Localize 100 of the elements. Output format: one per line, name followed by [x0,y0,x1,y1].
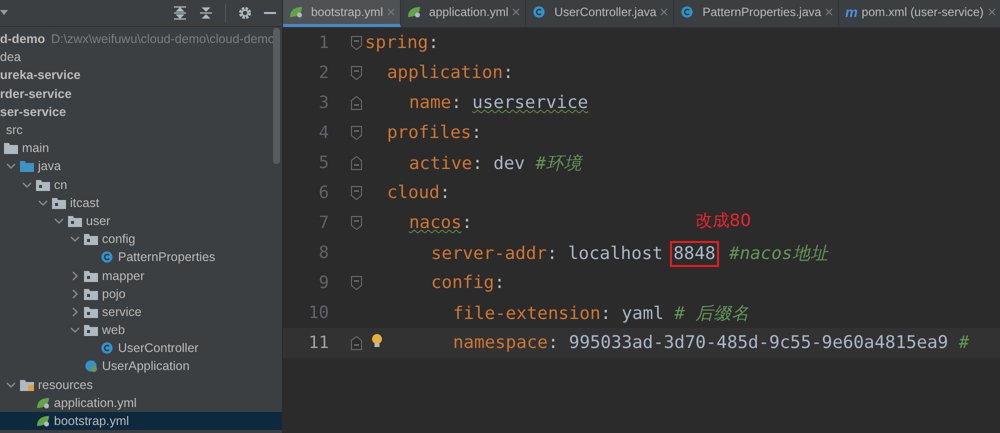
editor-tab[interactable]: PatternProperties.java [674,0,840,27]
maven-icon: m [845,4,858,20]
chevron-icon[interactable] [70,270,80,281]
fold-end-icon[interactable] [350,155,363,171]
close-icon[interactable] [387,8,396,16]
yaml-key: cloud [387,183,440,203]
line-number: 8 [318,243,329,263]
chevron-icon[interactable] [70,288,80,299]
class-icon [680,6,694,18]
yaml-colon: : [471,123,482,143]
dropdown-caret-icon[interactable] [0,10,8,16]
tree-item[interactable]: main [0,139,282,158]
package-icon [84,324,98,336]
fold-icon[interactable] [350,125,363,141]
yaml-key: namespace [453,333,548,353]
tree-item[interactable]: src [0,120,282,140]
yaml-key: name [409,93,452,113]
tree-item[interactable]: ser-service [0,102,282,121]
yaml-colon: : [494,273,505,293]
editor-tab[interactable]: bootstrap.yml [283,0,402,27]
chevron-icon[interactable] [22,180,32,190]
package-icon [68,214,82,227]
fold-icon[interactable] [350,35,363,51]
yaml-colon: : [546,244,558,264]
line-number: 3 [318,93,329,113]
editor-tab[interactable]: application.yml [401,0,526,27]
class-icon [532,6,546,18]
chevron-icon[interactable] [70,234,80,244]
tree-item[interactable]: cn [0,176,282,194]
tree-item[interactable]: PatternProperties [0,248,282,266]
tree-item[interactable]: d-demo D:\zwx\weifuwu\cloud-demo\cloud-demo [0,30,282,48]
chevron-icon[interactable] [6,380,16,390]
tree-item[interactable]: java [0,157,282,176]
yaml-value: userservice [472,93,588,113]
code-comment: #环境 [535,154,582,174]
tree-item[interactable]: pojo [0,284,282,303]
scrollbar[interactable] [273,28,280,164]
tree-item[interactable]: config [0,230,282,248]
tree-item[interactable]: itcast [0,194,282,212]
chevron-icon[interactable] [38,198,48,208]
yaml-key: server-addr [431,244,547,264]
tree-item[interactable]: UserController [0,339,282,358]
line-number: 6 [318,183,329,203]
spring-leaf-icon [289,6,303,18]
tree-item[interactable]: rder-service [0,84,282,103]
project-path: D:\zwx\weifuwu\cloud-demo\cloud-demo [51,32,275,46]
editor-tab[interactable]: m pom.xml (user-service) [839,0,1000,27]
package-icon [36,178,50,191]
fold-icon[interactable] [350,275,363,291]
resources-folder-icon [20,378,34,391]
package-icon [84,270,98,282]
fold-end-icon[interactable] [350,335,363,351]
line-number: 11 [308,333,329,353]
tree-item[interactable]: ureka-service [0,66,282,85]
yaml-key: application [387,63,503,83]
chevron-icon[interactable] [54,216,64,226]
line-number: 10 [308,303,329,323]
tree-item[interactable]: application.yml [0,394,282,412]
spring-leaf-icon [36,396,50,409]
collapse-all-icon[interactable] [199,6,213,20]
tree-item[interactable]: mapper [0,266,282,285]
fold-icon[interactable] [350,215,363,231]
minimize-icon[interactable] [264,11,276,15]
line-number: 7 [318,213,329,233]
yaml-colon: : [462,213,472,233]
lightbulb-icon[interactable] [371,333,383,349]
fold-icon[interactable] [350,65,363,81]
close-icon[interactable] [512,8,520,16]
fold-end-icon[interactable] [350,95,363,111]
fold-icon[interactable] [350,185,363,201]
yaml-value: 995033ad-3d70-485d-9c55-9e60a4815ea9 [568,333,948,353]
code-comment: # [958,333,970,353]
editor-tab[interactable]: UserController.java [526,0,674,27]
tree-item[interactable]: dea [0,48,282,66]
line-number: 2 [318,63,329,83]
tree-item[interactable]: bootstrap.yml [0,412,282,430]
spring-leaf-icon [36,415,50,428]
chevron-icon[interactable] [6,161,16,172]
annotation-text: 改成80 [695,210,752,232]
close-icon[interactable] [825,8,834,16]
yaml-colon: : [502,63,514,83]
tree-item[interactable]: resources [0,376,282,394]
yaml-key: spring [365,33,428,53]
settings-icon[interactable] [238,6,252,20]
tree-item[interactable]: web [0,321,282,340]
expand-all-icon[interactable] [173,6,187,20]
package-icon [84,288,98,300]
chevron-icon[interactable] [70,325,80,336]
spring-leaf-icon [407,6,422,18]
close-icon[interactable] [660,8,668,16]
package-icon [84,233,98,246]
yaml-key: nacos [409,213,462,233]
tree-item[interactable]: service [0,302,282,321]
line-number: 4 [318,123,329,143]
tree-item[interactable]: user [0,212,282,230]
yaml-colon: : [440,183,450,203]
tree-item[interactable]: UserApplication [0,357,282,376]
class-icon [100,251,114,264]
chevron-icon[interactable] [70,306,80,317]
close-icon[interactable] [988,8,996,16]
